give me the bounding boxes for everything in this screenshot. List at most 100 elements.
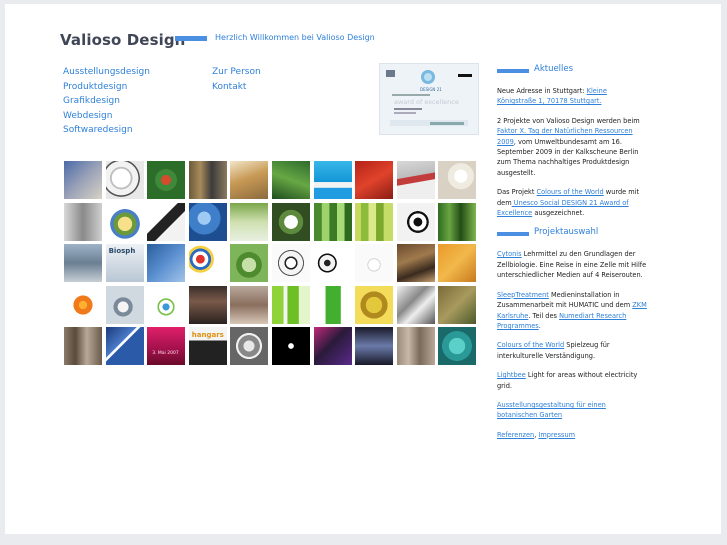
project-thumbnail[interactable]: [355, 244, 394, 283]
project-thumbnail[interactable]: [230, 285, 269, 324]
project-thumbnail[interactable]: [313, 327, 352, 366]
thumbnail-label: hangars: [191, 331, 224, 340]
project-thumbnail[interactable]: [313, 285, 352, 324]
project-thumbnail[interactable]: [230, 202, 269, 241]
project-thumbnail[interactable]: [355, 285, 394, 324]
section-title: Projektauswahl: [534, 227, 599, 238]
project-item: Ausstellungsgestaltung für einen botanis…: [497, 400, 647, 421]
nav-link-zur-person[interactable]: Zur Person: [212, 65, 261, 80]
project-thumbnail[interactable]: [355, 161, 394, 199]
award-image[interactable]: DESIGN 21 award of excellence: [379, 63, 479, 135]
accent-bar: [497, 232, 529, 237]
nav-link-grafikdesign[interactable]: Grafikdesign: [63, 94, 150, 109]
project-thumbnail[interactable]: [396, 161, 435, 199]
project-thumbnail[interactable]: [271, 161, 310, 199]
project-thumbnail[interactable]: [355, 202, 394, 241]
project-thumbnail[interactable]: [64, 202, 102, 241]
news-item: Neue Adresse in Stuttgart: Kleine Königs…: [497, 86, 647, 107]
project-thumbnail[interactable]: [396, 244, 435, 283]
lightbee-link[interactable]: Lightbee: [497, 371, 526, 379]
project-thumbnail[interactable]: [271, 202, 310, 241]
project-thumbnail[interactable]: hangars: [188, 327, 227, 366]
nav-secondary: Zur Person Kontakt: [212, 65, 261, 94]
project-text: .: [538, 321, 541, 330]
project-thumbnail[interactable]: Biosph: [105, 244, 144, 283]
news-text: Neue Adresse in Stuttgart:: [497, 87, 587, 95]
project-thumbnail[interactable]: [64, 285, 102, 324]
project-thumbnail[interactable]: 3. Mai 2007: [147, 327, 186, 366]
nav-primary: Ausstellungsdesign Produktdesign Grafikd…: [63, 65, 150, 138]
award-brand: DESIGN 21: [420, 87, 442, 92]
project-thumbnail[interactable]: [438, 285, 477, 324]
project-thumbnail-grid: Biosph 3. Mai 2007 hangars: [64, 161, 478, 376]
project-thumbnail[interactable]: [147, 285, 186, 324]
colours-of-the-world-link[interactable]: Colours of the World: [537, 188, 604, 196]
project-thumbnail[interactable]: [438, 202, 477, 241]
botanischer-garten-link[interactable]: Ausstellungsgestaltung für einen botanis…: [497, 401, 606, 419]
project-thumbnail[interactable]: [188, 244, 227, 283]
project-thumbnail[interactable]: [105, 327, 144, 366]
news-item: 2 Projekte von Valioso Design werden bei…: [497, 116, 647, 178]
nav-link-produktdesign[interactable]: Produktdesign: [63, 80, 150, 95]
project-thumbnail[interactable]: [147, 244, 186, 283]
sidebar: Aktuelles Neue Adresse in Stuttgart: Kle…: [497, 64, 647, 449]
project-thumbnail[interactable]: [271, 327, 310, 366]
news-text: ausgezeichnet.: [532, 209, 585, 218]
project-thumbnail[interactable]: [230, 327, 269, 366]
project-thumbnail[interactable]: [105, 202, 144, 241]
project-item: SleepTreatment Medieninstallation in Zus…: [497, 290, 647, 332]
news-text: , vom Umweltbundesamt am 16. September 2…: [497, 137, 639, 177]
section-heading-projektauswahl: Projektauswahl: [497, 227, 647, 241]
thumbnail-label: 3. Mai 2007: [152, 351, 179, 357]
project-thumbnail[interactable]: [147, 161, 186, 199]
footer-links: Referenzen, Impressum: [497, 430, 647, 440]
project-thumbnail[interactable]: [188, 202, 227, 241]
project-thumbnail[interactable]: [64, 327, 102, 366]
project-thumbnail[interactable]: [271, 244, 310, 283]
project-thumbnail[interactable]: [313, 202, 352, 241]
project-thumbnail[interactable]: [313, 161, 352, 199]
nav-link-ausstellungsdesign[interactable]: Ausstellungsdesign: [63, 65, 150, 80]
page: Valioso Design Herzlich Willkommen bei V…: [5, 4, 721, 534]
project-item: Cytonis Lehrmittel zu den Grundlagen der…: [497, 249, 647, 280]
colours-of-the-world-project-link[interactable]: Colours of the World: [497, 341, 564, 349]
section-title: Aktuelles: [534, 64, 574, 74]
impressum-link[interactable]: Impressum: [538, 431, 575, 439]
nav-link-softwaredesign[interactable]: Softwaredesign: [63, 123, 150, 138]
section-heading-aktuelles: Aktuelles: [497, 64, 647, 78]
accent-bar: [497, 69, 529, 73]
project-thumbnail[interactable]: [64, 244, 102, 283]
project-thumbnail[interactable]: [396, 327, 435, 366]
project-text: . Teil des: [528, 311, 560, 320]
project-thumbnail[interactable]: [230, 161, 269, 199]
project-thumbnail[interactable]: [396, 202, 435, 241]
site-logo[interactable]: Valioso Design: [60, 31, 185, 49]
news-text: Das Projekt: [497, 188, 537, 197]
project-thumbnail[interactable]: [438, 161, 477, 199]
project-thumbnail[interactable]: [355, 327, 394, 366]
project-thumbnail[interactable]: [438, 327, 477, 366]
project-thumbnail[interactable]: [147, 202, 186, 241]
project-thumbnail[interactable]: [271, 285, 310, 324]
project-thumbnail[interactable]: [438, 244, 477, 283]
project-thumbnail[interactable]: [105, 161, 144, 199]
project-item: Lightbee Light for areas without electri…: [497, 370, 647, 391]
award-text: award of excellence: [394, 98, 459, 106]
project-thumbnail[interactable]: [188, 285, 227, 324]
sleeptreatment-link[interactable]: SleepTreatment: [497, 291, 549, 299]
welcome-text: Herzlich Willkommen bei Valioso Design: [215, 33, 375, 42]
news-item: Das Projekt Colours of the World wurde m…: [497, 187, 647, 218]
nav-link-webdesign[interactable]: Webdesign: [63, 109, 150, 124]
project-thumbnail[interactable]: [105, 285, 144, 324]
project-item: Colours of the World Spielzeug für inter…: [497, 340, 647, 361]
cytonis-link[interactable]: Cytonis: [497, 250, 522, 258]
project-thumbnail[interactable]: [188, 161, 227, 199]
project-thumbnail[interactable]: [230, 244, 269, 283]
referenzen-link[interactable]: Referenzen: [497, 431, 534, 439]
project-thumbnail[interactable]: [313, 244, 352, 283]
project-thumbnail[interactable]: [396, 285, 435, 324]
nav-link-kontakt[interactable]: Kontakt: [212, 80, 261, 95]
project-thumbnail[interactable]: [64, 161, 102, 199]
thumbnail-label: Biosph: [108, 247, 136, 256]
news-text: 2 Projekte von Valioso Design werden bei…: [497, 116, 640, 125]
